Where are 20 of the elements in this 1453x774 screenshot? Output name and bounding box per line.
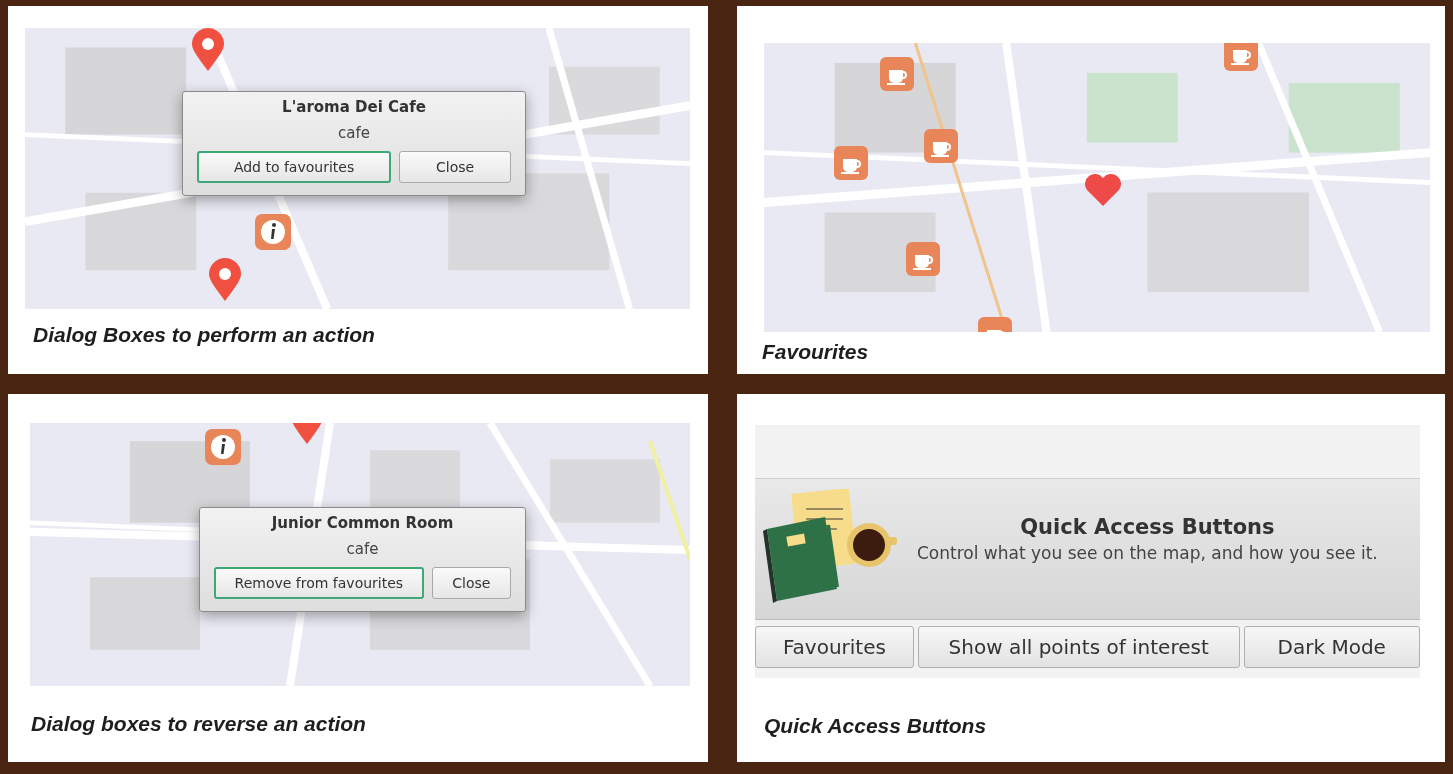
caption: Favourites (762, 340, 869, 364)
header-title: Quick Access Buttons (1020, 515, 1275, 539)
dialog-button[interactable]: Remove from favourites (214, 567, 424, 599)
dialog-title: Junior Common Room (271, 514, 454, 532)
caption: Quick Access Buttons (764, 714, 987, 738)
info-marker-icon[interactable] (255, 214, 291, 250)
dialog-subtitle: cafe (338, 124, 370, 142)
dialog-button[interactable]: Close (431, 567, 511, 599)
header-subtitle: Control what you see on the map, and how you see it. (917, 543, 1378, 563)
quick-access-button[interactable]: Dark Mode (1243, 626, 1420, 668)
dialog-subtitle: cafe (346, 540, 379, 558)
dialog-button[interactable]: Close (399, 151, 511, 183)
heart-marker-icon[interactable] (1084, 173, 1122, 207)
quick-access-button[interactable]: Favourites (755, 626, 914, 668)
quick-access-button[interactable]: Show all points of interest (917, 626, 1240, 668)
caption: Dialog Boxes to perform an action (33, 323, 375, 347)
info-marker-icon[interactable] (205, 429, 241, 465)
caption: Dialog boxes to reverse an action (31, 712, 366, 736)
dialog-button[interactable]: Add to favourites (197, 151, 392, 183)
dialog-title: L'aroma Dei Cafe (282, 98, 426, 116)
